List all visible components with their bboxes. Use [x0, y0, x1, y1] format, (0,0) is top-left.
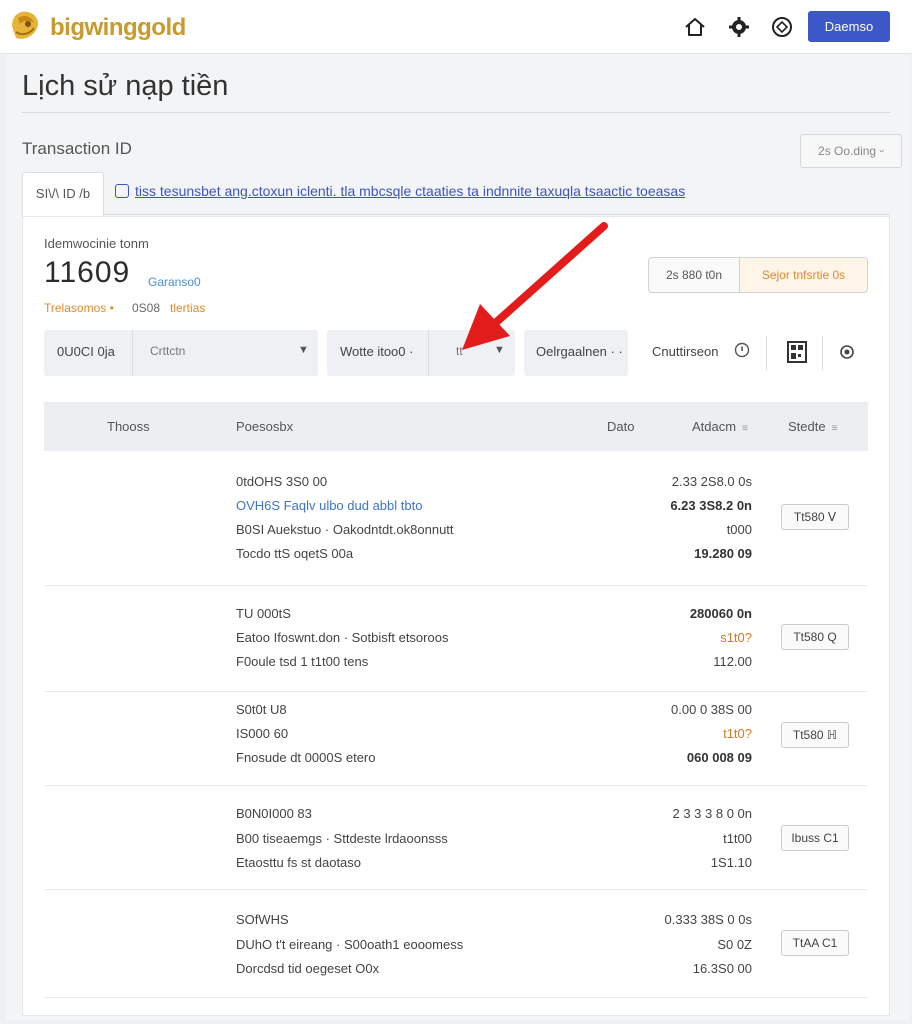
settings-icon[interactable] [726, 14, 752, 40]
status-badge[interactable]: Tt580 ℍ [781, 722, 849, 748]
row-amount: S0 0Z [717, 937, 752, 952]
row-detail-link[interactable]: OVH6S Faqlv ulbo dud abbl tbto [236, 498, 422, 513]
row-amount: 280060 0n [689, 606, 752, 621]
transaction-id-search-button[interactable]: 2s Oo.ding ᵕ [800, 134, 902, 168]
row-title: 0tdOHS 3S0 00 [236, 474, 328, 489]
refresh-icon[interactable] [838, 343, 856, 361]
search-filter-label[interactable]: Cnuttirseon [652, 344, 718, 359]
status-badge[interactable]: Tt580 Q [781, 624, 849, 650]
row-amount: 0.00 0 38S 00 [671, 702, 752, 717]
row-title: S0t0t U8 [236, 702, 287, 717]
row-amount: 16.3S0 00 [692, 961, 752, 976]
row-detail: Eatoo Ifoswnt.don · Sotbisft etsoroos [236, 630, 449, 645]
row-amount: 19.280 09 [694, 546, 752, 561]
row-detail: B00 tiseaemgs · Sttdeste lrdaoonsss [236, 831, 448, 846]
row-title: SOfWHS [236, 912, 289, 927]
row-amount: t000 [726, 522, 752, 537]
status-badge[interactable]: Ibuss C1 [781, 825, 849, 851]
method-filter-label: Wotte itoo0 · [340, 344, 414, 359]
home-icon[interactable] [682, 14, 708, 40]
transaction-id-label: Transaction ID [22, 139, 132, 158]
tab-active[interactable]: SI\/\ ID /b [22, 172, 104, 216]
row-title: TU 000tS [236, 606, 291, 621]
column-header[interactable]: Thooss [107, 419, 150, 434]
row-detail: F0oule tsd 1 t1t00 tens [236, 654, 369, 669]
chevron-down-icon[interactable]: ▼ [298, 344, 309, 356]
qr-code-icon[interactable] [786, 340, 808, 364]
top-navbar: bigwinggold Daemso [0, 0, 912, 54]
date-filter-value: Crttctn [150, 344, 186, 358]
column-header[interactable]: Dato [607, 419, 634, 434]
filter-divider [822, 336, 823, 370]
row-amount: 112.00 [713, 654, 752, 669]
column-header[interactable]: Atdacm ≡ [692, 419, 748, 434]
row-amount: 2.33 2S8.0 0s [671, 474, 752, 489]
info-icon[interactable] [734, 342, 750, 358]
row-detail: IS000 60 [236, 726, 289, 741]
row-amount: t1t00 [723, 831, 752, 846]
row-detail: DUhO t't eireang · S00oath1 eooomess [236, 937, 464, 952]
row-amount: 0.333 38S 0 0s [664, 912, 752, 927]
row-amount: 060 008 09 [686, 750, 752, 765]
row-detail: Dorcdsd tid oegeset O0x [236, 961, 380, 976]
deposit-button[interactable]: Sejor tnfsrtie 0s [740, 257, 868, 293]
row-detail: Etaosttu fs st daotaso [236, 855, 362, 870]
date-filter-label: 0U0CI 0ja [57, 344, 115, 359]
support-icon[interactable] [769, 14, 795, 40]
brand-logo-icon[interactable] [6, 6, 46, 46]
balance-sub-orange-2: tlertias [170, 301, 206, 315]
status-badge[interactable]: Tt580 ᐯ [781, 504, 849, 530]
balance-value: 11609 [44, 256, 131, 289]
row-detail: Fnosude dt 0000S etero [236, 750, 376, 765]
row-amount: 1S1.10 [710, 855, 752, 870]
filter-divider [132, 330, 133, 376]
tab-info-link[interactable]: tiss tesunsbet ang.ctoxun iclenti. tla m… [135, 183, 685, 199]
link-icon [115, 184, 129, 198]
status-badge[interactable]: TtAA C1 [781, 930, 849, 956]
row-amount: s1t0? [720, 630, 752, 645]
red-arrow-annotation [462, 222, 608, 350]
filter-divider [428, 330, 429, 376]
balance-unit: Garanso0 [148, 275, 201, 289]
balance-sub-mid: 0S08 [132, 301, 161, 315]
row-amount: t1t0? [723, 726, 752, 741]
balance-sub-orange: Trelasomos • [44, 301, 114, 315]
table-row[interactable] [44, 452, 868, 586]
row-detail: Tocdo ttS oqetS 00a [236, 546, 354, 561]
brand-name[interactable]: bigwinggold [50, 14, 186, 42]
row-detail: B0SI Auekstuo · Oakodntdt.ok8onnutt [236, 522, 454, 537]
page-title: Lịch sử nạp tiền [22, 70, 229, 102]
export-button[interactable]: 2s 880 t0n [648, 257, 740, 293]
column-header[interactable]: Poesosbx [236, 419, 293, 434]
row-title: B0N0I000 83 [236, 806, 312, 821]
row-amount: 6.23 3S8.2 0n [670, 498, 752, 513]
column-header[interactable]: Stedte ≡ [788, 419, 837, 434]
filter-divider [766, 336, 767, 370]
row-amount: 2 3 3 3 8 0 0n [672, 806, 752, 821]
login-button[interactable]: Daemso [808, 11, 890, 42]
balance-label: Idemwocinie tonm [44, 236, 149, 251]
title-divider [22, 112, 890, 113]
